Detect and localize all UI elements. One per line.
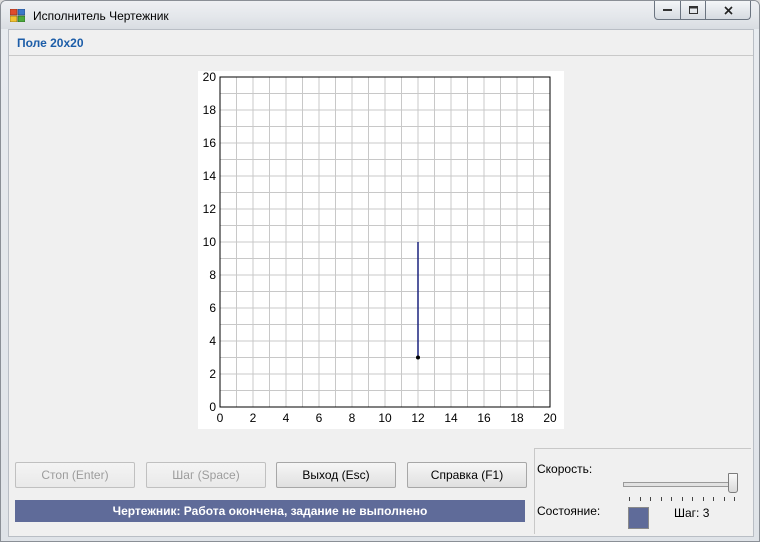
app-window: Исполнитель Чертежник Поле 20x20 0 2 4 6 8 10… — [0, 0, 760, 542]
y-tick-label: 20 — [203, 71, 217, 84]
y-tick-label: 10 — [203, 235, 217, 249]
y-tick-label: 4 — [209, 334, 216, 348]
y-tick-label: 16 — [203, 136, 217, 150]
speed-slider-thumb[interactable] — [728, 473, 738, 493]
x-tick-label: 4 — [283, 411, 290, 425]
stop-button[interactable]: Стоп (Enter) — [15, 462, 135, 488]
y-tick-label: 8 — [209, 268, 216, 282]
drawing-grid: 0 2 4 6 8 10 12 14 16 18 20 0 2 4 6 8 10 12 14 16 18 20 — [203, 70, 557, 425]
slider-tick — [660, 497, 662, 501]
exit-button[interactable]: Выход (Esc) — [276, 462, 396, 488]
maximize-button[interactable] — [681, 1, 706, 20]
speed-slider-ticks — [629, 497, 737, 501]
slider-tick — [639, 497, 641, 501]
minimize-button[interactable] — [654, 1, 681, 20]
control-panel: Скорость: Состояние: Шаг: 3 — [534, 448, 751, 534]
y-tick-label: 6 — [209, 301, 216, 315]
speed-label: Скорость: — [537, 462, 593, 476]
slider-tick — [629, 497, 630, 501]
status-message: Чертежник: Работа окончена, задание не в… — [15, 500, 525, 522]
slider-tick — [734, 497, 735, 501]
slider-tick — [723, 497, 725, 501]
slider-tick — [681, 497, 683, 501]
step-button-label: Шаг (Space) — [172, 468, 240, 482]
app-icon — [10, 9, 25, 22]
client-area: Поле 20x20 0 2 4 6 8 10 12 14 16 18 20 0 2 4 6 8 10 12 14 1… — [8, 29, 754, 537]
x-tick-label: 18 — [510, 411, 524, 425]
x-tick-label: 16 — [477, 411, 491, 425]
field-title: Поле 20x20 — [17, 36, 84, 50]
x-tick-label: 10 — [378, 411, 392, 425]
window-title: Исполнитель Чертежник — [33, 9, 169, 23]
y-tick-label: 12 — [203, 202, 217, 216]
y-tick-label: 0 — [209, 400, 216, 414]
y-tick-label: 14 — [203, 169, 217, 183]
x-tick-label: 14 — [444, 411, 458, 425]
title-bar: Исполнитель Чертежник — [1, 1, 759, 29]
x-tick-label: 6 — [316, 411, 323, 425]
minimize-icon — [663, 9, 672, 11]
x-tick-label: 20 — [543, 411, 557, 425]
state-label: Состояние: — [537, 504, 601, 518]
slider-tick — [671, 497, 672, 501]
slider-tick — [713, 497, 714, 501]
x-tick-label: 2 — [250, 411, 257, 425]
speed-slider-track[interactable] — [623, 482, 735, 487]
close-button[interactable] — [706, 1, 751, 20]
close-icon — [723, 5, 733, 15]
field-header: Поле 20x20 — [9, 30, 753, 56]
step-counter: Шаг: 3 — [674, 506, 710, 520]
state-color-swatch — [628, 507, 649, 529]
x-tick-label: 0 — [217, 411, 224, 425]
status-message-text: Чертежник: Работа окончена, задание не в… — [112, 504, 428, 518]
step-button[interactable]: Шаг (Space) — [146, 462, 266, 488]
window-controls — [654, 1, 751, 20]
maximize-icon — [688, 6, 698, 14]
y-tick-label: 18 — [203, 103, 217, 117]
slider-tick — [692, 497, 693, 501]
stop-button-label: Стоп (Enter) — [41, 468, 109, 482]
help-button-label: Справка (F1) — [430, 468, 504, 482]
slider-tick — [702, 497, 704, 501]
help-button[interactable]: Справка (F1) — [407, 462, 527, 488]
exit-button-label: Выход (Esc) — [302, 468, 370, 482]
x-tick-label: 8 — [349, 411, 356, 425]
y-tick-label: 2 — [209, 367, 216, 381]
pen-position-marker — [416, 355, 420, 360]
x-tick-label: 12 — [411, 411, 425, 425]
drawing-field: 0 2 4 6 8 10 12 14 16 18 20 0 2 4 6 8 10 12 14 16 18 20 — [198, 70, 564, 429]
slider-tick — [650, 497, 651, 501]
